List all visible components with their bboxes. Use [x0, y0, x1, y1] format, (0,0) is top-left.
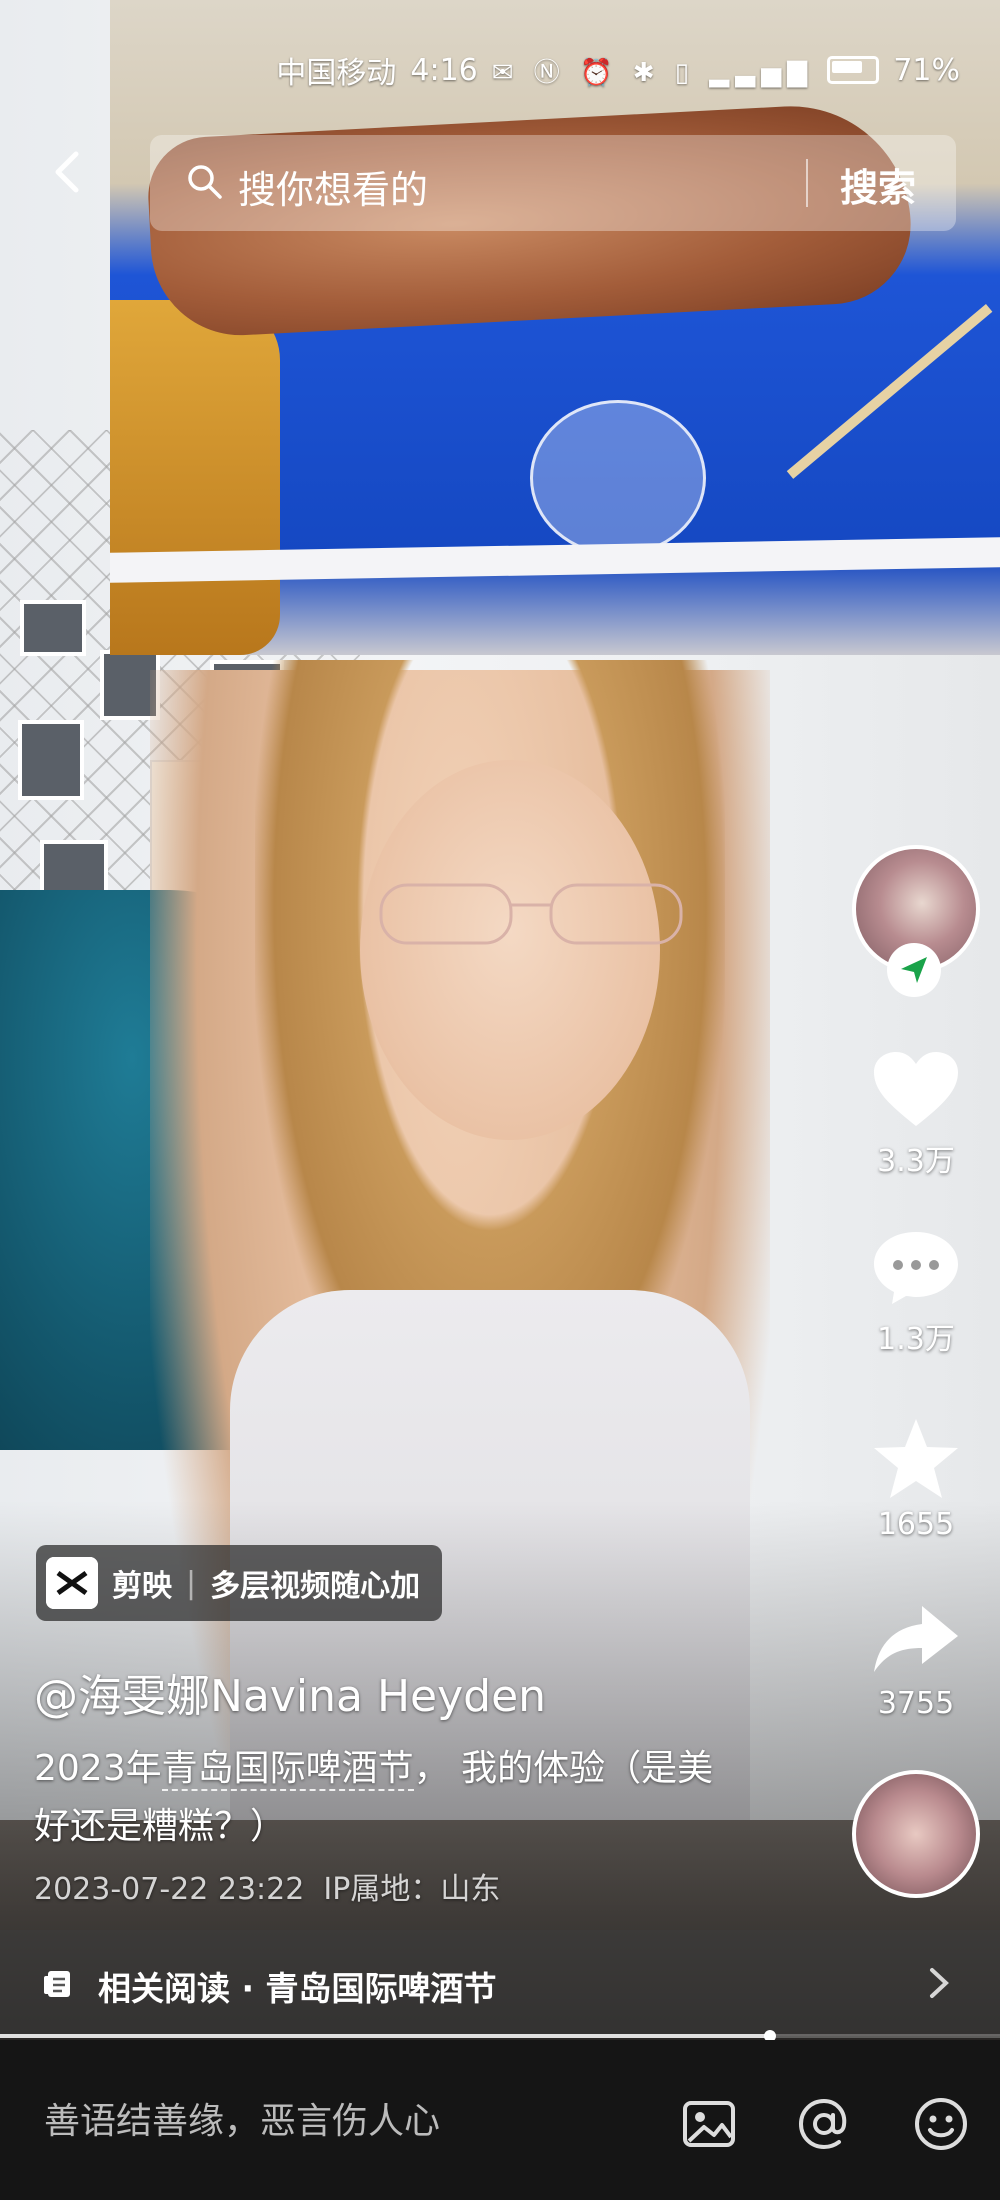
badge-app-name: 剪映	[112, 1569, 172, 1604]
capcut-logo-icon	[46, 1557, 98, 1609]
share-count: 3755	[877, 1686, 955, 1721]
search-bar[interactable]: 搜你想看的 搜索	[150, 135, 956, 231]
post-date: 2023-07-22 23:22	[34, 1872, 305, 1907]
music-disc[interactable]	[852, 1770, 980, 1898]
beer-mug	[110, 300, 280, 655]
carrier-label: 中国移动	[276, 56, 397, 91]
star-icon	[874, 1419, 958, 1498]
heart-icon	[874, 1052, 958, 1126]
favorite-button[interactable]: 1655	[846, 1415, 986, 1542]
search-divider	[806, 159, 808, 207]
author-name[interactable]: @海雯娜Navina Heyden	[34, 1660, 546, 1724]
post-ip-location: IP属地：山东	[323, 1872, 501, 1907]
comment-bubble-icon	[874, 1232, 958, 1304]
like-button[interactable]: 3.3万	[846, 1048, 986, 1180]
caption-prefix: 2023年	[34, 1748, 162, 1789]
progress-fill	[0, 2034, 770, 2038]
battery-percent: 71%	[893, 52, 960, 88]
search-input[interactable]: 搜你想看的	[238, 159, 428, 214]
at-mention-icon[interactable]	[795, 2095, 853, 2153]
back-arrow-icon[interactable]	[46, 150, 90, 194]
document-icon	[44, 1971, 70, 1997]
emoji-icon[interactable]	[912, 2095, 970, 2153]
favorite-count: 1655	[877, 1507, 955, 1542]
related-reading-label: 相关阅读 · 青岛国际啤酒节	[98, 1969, 497, 2008]
capcut-badge[interactable]: 剪映 | 多层视频随心加	[36, 1545, 443, 1621]
badge-slogan: 多层视频随心加	[210, 1569, 421, 1604]
related-reading-bar[interactable]: 相关阅读 · 青岛国际啤酒节	[0, 1930, 1000, 2036]
comment-input[interactable]: 善语结善缘，恶言伤人心	[44, 2092, 440, 2144]
search-button[interactable]: 搜索	[840, 157, 916, 212]
share-button[interactable]: 3755	[846, 1600, 986, 1721]
wall-photo	[18, 720, 84, 800]
badge-separator: |	[186, 1565, 197, 1601]
plastic-plate	[530, 400, 706, 556]
battery-icon	[827, 56, 880, 84]
chevron-right-icon	[930, 1968, 949, 1998]
post-caption: 2023年青岛国际啤酒节， 我的体验（是美好还是糟糕？）	[34, 1740, 734, 1856]
video-progress-bar[interactable]	[0, 2030, 1000, 2042]
clock: 4:16	[410, 52, 478, 88]
wall-photo	[20, 600, 86, 656]
glasses	[379, 883, 683, 945]
follow-button[interactable]	[887, 943, 941, 997]
post-meta: 2023-07-22 23:22 IP属地：山东	[34, 1864, 500, 1908]
search-icon	[188, 165, 222, 199]
share-arrow-icon	[874, 1606, 958, 1672]
comment-button[interactable]: 1.3万	[846, 1228, 986, 1358]
paper-plane-icon	[901, 957, 927, 983]
status-bar: 中国移动 4:16 ✉ Ⓝ ⏰ ✱ ▯ ▂▃▅▇ 71%	[276, 48, 960, 92]
chopstick	[786, 304, 993, 479]
like-count: 3.3万	[877, 1144, 955, 1179]
food-video-layer	[110, 0, 1000, 655]
status-icons: ✉ Ⓝ ⏰ ✱ ▯ ▂▃▅▇	[491, 57, 814, 88]
image-icon[interactable]	[680, 2095, 738, 2153]
comment-count: 1.3万	[877, 1322, 955, 1357]
caption-hashtag[interactable]: 青岛国际啤酒节	[161, 1748, 414, 1791]
